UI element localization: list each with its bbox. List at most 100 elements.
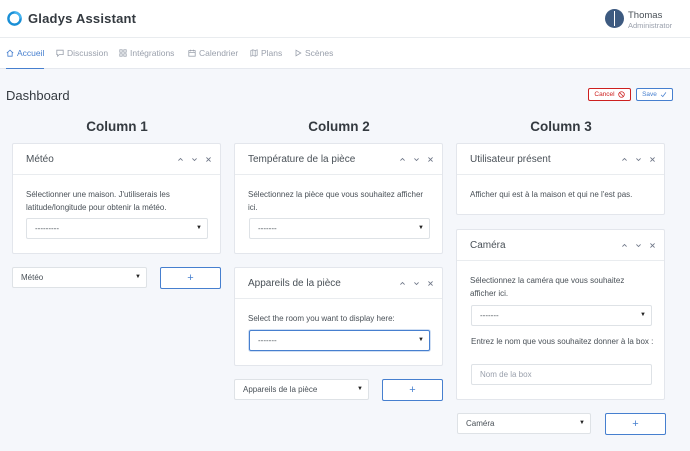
chat-icon	[56, 49, 64, 57]
room-devices-box: Appareils de la pièce Select the room yo…	[234, 267, 443, 366]
move-up-button[interactable]	[398, 155, 407, 164]
page-title: Dashboard	[6, 88, 70, 103]
move-up-button[interactable]	[620, 155, 629, 164]
caret-down-icon: ▼	[357, 386, 363, 392]
camera-select[interactable]: ------- ▼	[471, 305, 652, 326]
move-down-button[interactable]	[412, 279, 421, 288]
ban-icon	[617, 91, 625, 98]
select-value: -------	[258, 224, 277, 233]
nav-integrations[interactable]: Intégrations	[119, 48, 174, 69]
add-box-button-column-3[interactable]: +	[605, 413, 666, 435]
select-value: -------	[258, 336, 277, 345]
box-body: Select the room you want to display here…	[235, 299, 442, 326]
box-title: Appareils de la pièce	[248, 278, 341, 289]
box-actions	[620, 155, 657, 164]
box-header: Utilisateur présent	[457, 144, 664, 175]
move-up-button[interactable]	[398, 279, 407, 288]
cancel-button[interactable]: Cancel	[588, 88, 631, 101]
caret-down-icon: ▼	[640, 312, 646, 318]
room-temperature-box: Température de la pièce Sélectionnez la …	[234, 143, 443, 254]
save-button[interactable]: Save	[636, 88, 673, 101]
box-description: Sélectionnez la caméra que vous souhaite…	[470, 276, 625, 298]
user-name[interactable]: Thomas	[628, 10, 662, 21]
remove-box-button[interactable]	[648, 241, 657, 250]
nav-label: Accueil	[17, 48, 45, 58]
move-up-button[interactable]	[176, 155, 185, 164]
remove-box-button[interactable]	[426, 279, 435, 288]
add-box-select-column-1[interactable]: Météo ▼	[12, 267, 147, 288]
close-icon	[206, 157, 211, 162]
nav-label: Discussion	[67, 48, 109, 58]
add-box-select-column-3[interactable]: Caméra ▼	[457, 413, 591, 434]
caret-down-icon: ▼	[418, 225, 424, 231]
top-bar: Gladys Assistant Thomas Administrator	[0, 0, 690, 38]
box-body: Sélectionnez la pièce que vous souhaitez…	[235, 175, 442, 214]
box-header: Température de la pièce	[235, 144, 442, 175]
box-description: Select the room you want to display here…	[248, 314, 395, 323]
select-value: -------	[480, 311, 499, 320]
box-body: Sélectionnez la caméra que vous souhaite…	[457, 261, 664, 300]
box-description: Afficher qui est à la maison et qui ne l…	[470, 190, 633, 199]
caret-down-icon: ▼	[418, 337, 424, 343]
nav-calendrier[interactable]: Calendrier	[188, 48, 238, 69]
chevron-down-icon	[192, 158, 197, 162]
chevron-up-icon	[400, 281, 405, 285]
add-box-button-column-1[interactable]: +	[160, 267, 221, 289]
app-title[interactable]: Gladys Assistant	[28, 11, 136, 26]
move-down-button[interactable]	[634, 241, 643, 250]
save-label: Save	[642, 91, 657, 98]
box-description: Sélectionnez la pièce que vous souhaitez…	[248, 190, 424, 212]
column-2-title: Column 2	[308, 119, 370, 134]
remove-box-button[interactable]	[648, 155, 657, 164]
camera-box: Caméra Sélectionnez la caméra que vous s…	[456, 229, 665, 400]
select-value: Caméra	[466, 419, 495, 428]
chevron-up-icon	[622, 243, 627, 247]
caret-down-icon: ▼	[579, 420, 585, 426]
move-down-button[interactable]	[190, 155, 199, 164]
box-actions	[398, 279, 435, 288]
chevron-down-icon	[414, 282, 419, 286]
move-up-button[interactable]	[620, 241, 629, 250]
user-role: Administrator	[628, 21, 673, 30]
move-down-button[interactable]	[634, 155, 643, 164]
box-title: Utilisateur présent	[470, 154, 551, 165]
chevron-down-icon	[414, 158, 419, 162]
weather-box: Météo Sélectionner une maison. J'utilise…	[12, 143, 221, 254]
box-name-label: Entrez le nom que vous souhaitez donner …	[471, 337, 654, 346]
nav-scenes[interactable]: Scènes	[294, 48, 333, 69]
box-title: Météo	[26, 154, 54, 165]
chevron-up-icon	[400, 157, 405, 161]
add-box-button-column-2[interactable]: +	[382, 379, 443, 401]
check-icon	[660, 92, 667, 98]
chevron-up-icon	[178, 157, 183, 161]
chevron-down-icon	[636, 244, 641, 248]
box-body: Afficher qui est à la maison et qui ne l…	[457, 175, 664, 202]
present-users-box: Utilisateur présent Afficher qui est à l…	[456, 143, 665, 215]
room-select[interactable]: ------- ▼	[249, 330, 430, 351]
nav-label: Plans	[261, 48, 283, 58]
move-down-button[interactable]	[412, 155, 421, 164]
caret-down-icon: ▼	[135, 274, 141, 280]
nav-discussion[interactable]: Discussion	[56, 48, 108, 69]
main-nav: Accueil Discussion Intégrations Calendri…	[0, 38, 690, 69]
nav-plans[interactable]: Plans	[250, 48, 282, 69]
column-3-title: Column 3	[530, 119, 592, 134]
box-actions	[176, 155, 213, 164]
house-select[interactable]: --------- ▼	[26, 218, 208, 239]
cancel-label: Cancel	[594, 91, 615, 98]
box-header: Appareils de la pièce	[235, 268, 442, 299]
close-icon	[428, 157, 433, 162]
nav-accueil[interactable]: Accueil	[6, 48, 45, 69]
remove-box-button[interactable]	[426, 155, 435, 164]
add-box-select-column-2[interactable]: Appareils de la pièce ▼	[234, 379, 369, 400]
box-name-input[interactable]: Nom de la box	[471, 364, 652, 385]
calendar-icon	[188, 49, 196, 57]
gladys-logo-icon[interactable]	[7, 11, 22, 26]
close-icon	[650, 157, 655, 162]
room-select[interactable]: ------- ▼	[249, 218, 430, 239]
map-icon	[250, 49, 258, 57]
nav-label: Calendrier	[199, 48, 239, 58]
avatar[interactable]	[605, 9, 624, 28]
remove-box-button[interactable]	[204, 155, 213, 164]
box-title: Température de la pièce	[248, 154, 356, 165]
